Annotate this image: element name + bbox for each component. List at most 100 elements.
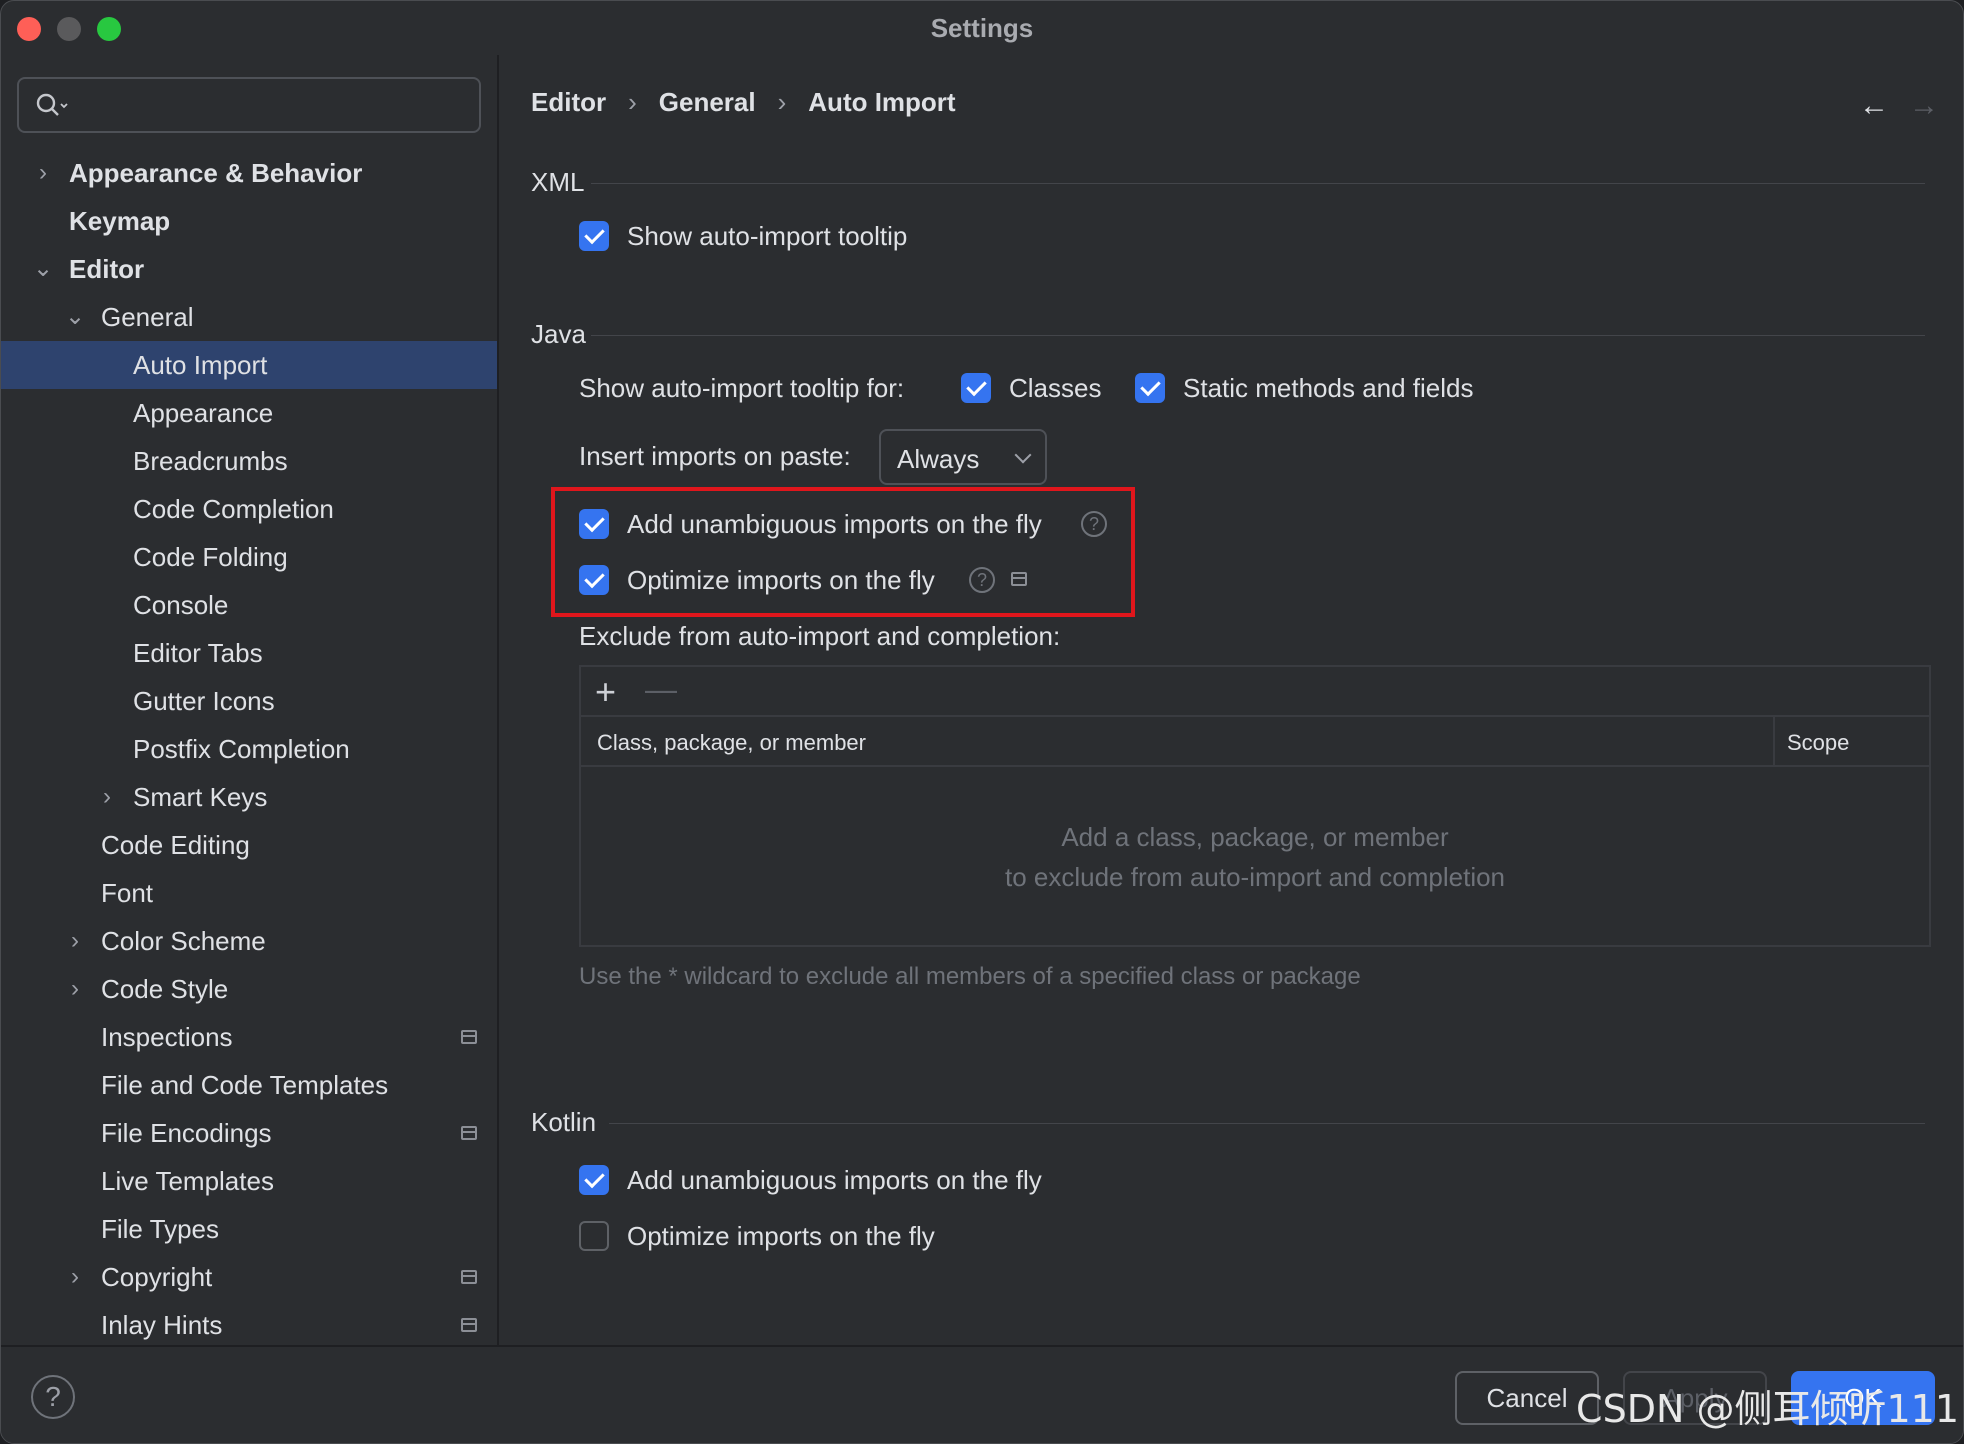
help-button[interactable]: ? [31, 1375, 75, 1419]
breadcrumb-general[interactable]: General [659, 87, 756, 118]
kotlin-optimize-checkbox[interactable] [579, 1221, 609, 1251]
sidebar-item-label: Auto Import [133, 350, 268, 380]
project-settings-icon [461, 1318, 477, 1332]
sidebar-item-label: Code Completion [133, 494, 334, 524]
exclude-table: + — Class, package, or member Scope Add … [579, 665, 1931, 947]
remove-icon[interactable]: — [645, 671, 677, 708]
annotation-highlight-box [551, 487, 1135, 617]
sidebar-item-code-completion[interactable]: Code Completion [1, 485, 497, 533]
sidebar-item-label: Inlay Hints [101, 1310, 223, 1340]
sidebar-item-label: Code Editing [101, 830, 250, 860]
section-title-xml: XML [531, 167, 585, 197]
settings-tree: › Appearance & Behavior Keymap ⌄ Editor … [1, 149, 497, 1349]
sidebar-item-label: Gutter Icons [133, 686, 275, 716]
xml-show-tooltip-label: Show auto-import tooltip [627, 221, 908, 251]
sidebar-item-label: File Encodings [101, 1118, 272, 1148]
search-input[interactable] [83, 87, 463, 123]
sidebar-item-label: Keymap [69, 206, 171, 236]
sidebar-item-auto-import[interactable]: Auto Import [1, 341, 497, 389]
sidebar-item-editor-tabs[interactable]: Editor Tabs [1, 629, 497, 677]
sidebar-item-appearance-behavior[interactable]: › Appearance & Behavior [1, 149, 497, 197]
table-empty-state: Add a class, package, or member to exclu… [581, 817, 1929, 897]
column-divider[interactable] [1773, 717, 1775, 765]
chevron-right-icon[interactable]: › [63, 917, 87, 965]
empty-text-line: Add a class, package, or member [1061, 822, 1449, 852]
sidebar-item-general[interactable]: ⌄ General [1, 293, 497, 341]
sidebar-item-label: Font [101, 878, 154, 908]
exclude-label: Exclude from auto-import and completion: [579, 621, 1061, 651]
empty-text-line: to exclude from auto-import and completi… [1004, 862, 1506, 892]
sidebar-item-file-code-templates[interactable]: File and Code Templates [1, 1061, 497, 1109]
chevron-right-icon[interactable]: › [63, 965, 87, 1013]
sidebar-item-file-types[interactable]: File Types [1, 1205, 497, 1253]
sidebar-item-appearance[interactable]: Appearance [1, 389, 497, 437]
sidebar-item-label: Postfix Completion [133, 734, 350, 764]
sidebar-item-code-folding[interactable]: Code Folding [1, 533, 497, 581]
settings-window: Settings › Appearance & Behavior Keymap … [0, 0, 1964, 1444]
column-header-class[interactable]: Class, package, or member [597, 730, 866, 756]
chevron-right-icon[interactable]: › [31, 149, 55, 197]
sidebar-item-label: Code Folding [133, 542, 288, 572]
kotlin-add-unambiguous-checkbox[interactable] [579, 1165, 609, 1195]
sidebar-item-smart-keys[interactable]: › Smart Keys [1, 773, 497, 821]
column-header-scope[interactable]: Scope [1787, 730, 1849, 756]
sidebar-item-gutter-icons[interactable]: Gutter Icons [1, 677, 497, 725]
section-divider [609, 1123, 1925, 1124]
sidebar-item-inspections[interactable]: Inspections [1, 1013, 497, 1061]
section-divider [591, 335, 1925, 336]
sidebar-item-font[interactable]: Font [1, 869, 497, 917]
back-arrow-icon[interactable]: ← [1859, 89, 1889, 122]
search-icon [36, 93, 68, 116]
project-settings-icon [461, 1126, 477, 1140]
wildcard-hint: Use the * wildcard to exclude all member… [579, 963, 1361, 990]
sidebar-item-label: File Types [101, 1214, 220, 1244]
chevron-down-icon [1014, 446, 1032, 464]
add-icon[interactable]: + [595, 671, 616, 713]
sidebar-item-label: Code Style [101, 974, 229, 1004]
sidebar-item-live-templates[interactable]: Live Templates [1, 1157, 497, 1205]
kotlin-optimize-label: Optimize imports on the fly [627, 1221, 935, 1251]
sidebar-item-label: Editor [69, 254, 145, 284]
breadcrumb-separator: › [628, 87, 637, 117]
section-title-java: Java [531, 319, 586, 349]
chevron-right-icon[interactable]: › [63, 1253, 87, 1301]
sidebar-item-breadcrumbs[interactable]: Breadcrumbs [1, 437, 497, 485]
chevron-down-icon[interactable]: ⌄ [63, 293, 87, 341]
sidebar-item-label: Editor Tabs [133, 638, 263, 668]
static-methods-checkbox[interactable] [1135, 373, 1165, 403]
breadcrumb: Editor › General › Auto Import [531, 87, 956, 118]
forward-arrow-icon[interactable]: → [1909, 89, 1939, 122]
project-settings-icon [461, 1270, 477, 1284]
sidebar-item-code-editing[interactable]: Code Editing [1, 821, 497, 869]
sidebar-item-inlay-hints[interactable]: Inlay Hints [1, 1301, 497, 1349]
sidebar-item-label: File and Code Templates [101, 1070, 389, 1100]
sidebar-item-copyright[interactable]: › Copyright [1, 1253, 497, 1301]
sidebar-item-label: Inspections [101, 1022, 233, 1052]
breadcrumb-auto-import: Auto Import [808, 87, 956, 117]
breadcrumb-editor[interactable]: Editor [531, 87, 606, 118]
sidebar-item-label: Appearance & Behavior [69, 158, 363, 188]
xml-show-tooltip-checkbox[interactable] [579, 221, 609, 251]
classes-label: Classes [1009, 373, 1102, 403]
sidebar-item-editor[interactable]: ⌄ Editor [1, 245, 497, 293]
sidebar-item-label: Copyright [101, 1262, 213, 1292]
title-bar: Settings [1, 1, 1963, 55]
sidebar-item-console[interactable]: Console [1, 581, 497, 629]
sidebar-item-code-style[interactable]: › Code Style [1, 965, 497, 1013]
insert-imports-label: Insert imports on paste: [579, 441, 851, 471]
section-title-kotlin: Kotlin [531, 1107, 597, 1137]
sidebar-item-postfix-completion[interactable]: Postfix Completion [1, 725, 497, 773]
table-toolbar: + — [581, 667, 1929, 717]
breadcrumb-separator: › [777, 87, 787, 117]
insert-imports-dropdown[interactable]: Always [879, 429, 1047, 485]
sidebar-item-color-scheme[interactable]: › Color Scheme [1, 917, 497, 965]
settings-search[interactable] [17, 77, 481, 133]
chevron-down-icon[interactable]: ⌄ [31, 245, 55, 293]
sidebar-item-keymap[interactable]: Keymap [1, 197, 497, 245]
sidebar-item-label: Smart Keys [133, 782, 268, 812]
sidebar-item-label: General [101, 302, 194, 332]
sidebar-item-file-encodings[interactable]: File Encodings [1, 1109, 497, 1157]
chevron-right-icon[interactable]: › [95, 773, 119, 821]
classes-checkbox[interactable] [961, 373, 991, 403]
settings-content: Editor › General › Auto Import ← → XML Show a… [499, 55, 1963, 1345]
